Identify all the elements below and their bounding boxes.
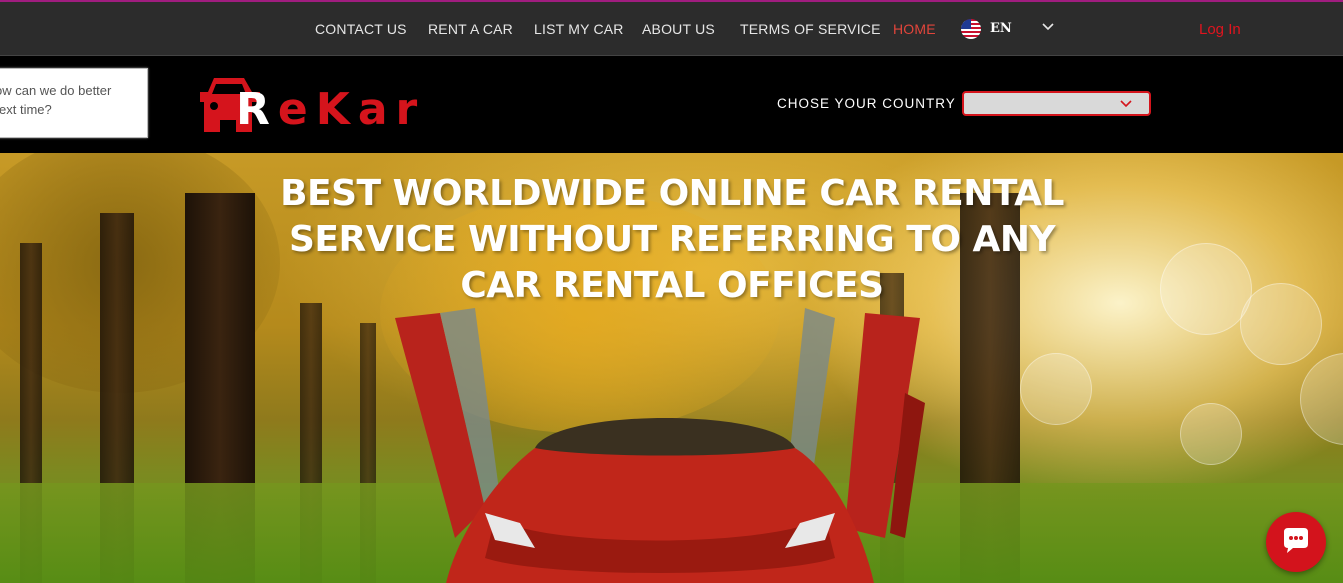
chevron-down-icon bbox=[1041, 20, 1055, 39]
country-dropdown[interactable] bbox=[962, 91, 1151, 116]
chat-bubble-icon bbox=[1284, 528, 1308, 553]
logo-wordmark: ReKar bbox=[236, 84, 426, 135]
bokeh-light bbox=[1020, 353, 1092, 425]
bokeh-light bbox=[1240, 283, 1322, 365]
bokeh-light bbox=[1300, 353, 1343, 445]
nav-list-my-car[interactable]: LIST MY CAR bbox=[534, 21, 624, 37]
bokeh-light bbox=[1180, 403, 1242, 465]
nav-about-us[interactable]: ABOUT US bbox=[642, 21, 715, 37]
us-flag-icon bbox=[961, 19, 981, 39]
top-navigation-bar: CONTACT US RENT A CAR LIST MY CAR ABOUT … bbox=[0, 0, 1343, 56]
nav-rent-a-car[interactable]: RENT A CAR bbox=[428, 21, 513, 37]
bokeh-light bbox=[1160, 243, 1252, 335]
rekar-logo[interactable]: ReKar bbox=[200, 74, 430, 136]
nav-home[interactable]: HOME bbox=[893, 21, 936, 37]
red-sports-car-image bbox=[395, 308, 925, 583]
feedback-textarea[interactable]: ow can we do better ext time? bbox=[0, 68, 148, 138]
country-label: CHOSE YOUR COUNTRY bbox=[777, 96, 956, 111]
language-code: EN bbox=[990, 21, 1012, 36]
chevron-down-icon bbox=[1120, 100, 1132, 108]
language-selector[interactable]: EN bbox=[961, 18, 1061, 42]
nav-terms-of-service[interactable]: TERMS OF SERVICE bbox=[740, 21, 881, 37]
chat-button[interactable] bbox=[1266, 512, 1326, 572]
nav-contact-us[interactable]: CONTACT US bbox=[315, 21, 407, 37]
login-link[interactable]: Log In bbox=[1199, 21, 1241, 38]
feedback-placeholder: ow can we do better ext time? bbox=[0, 83, 112, 117]
hero-banner: BEST WORLDWIDE ONLINE CAR RENTAL SERVICE… bbox=[0, 153, 1343, 583]
site-header: ow can we do better ext time? ReKar CHOS… bbox=[0, 56, 1343, 153]
hero-headline: BEST WORLDWIDE ONLINE CAR RENTAL SERVICE… bbox=[280, 173, 1064, 306]
